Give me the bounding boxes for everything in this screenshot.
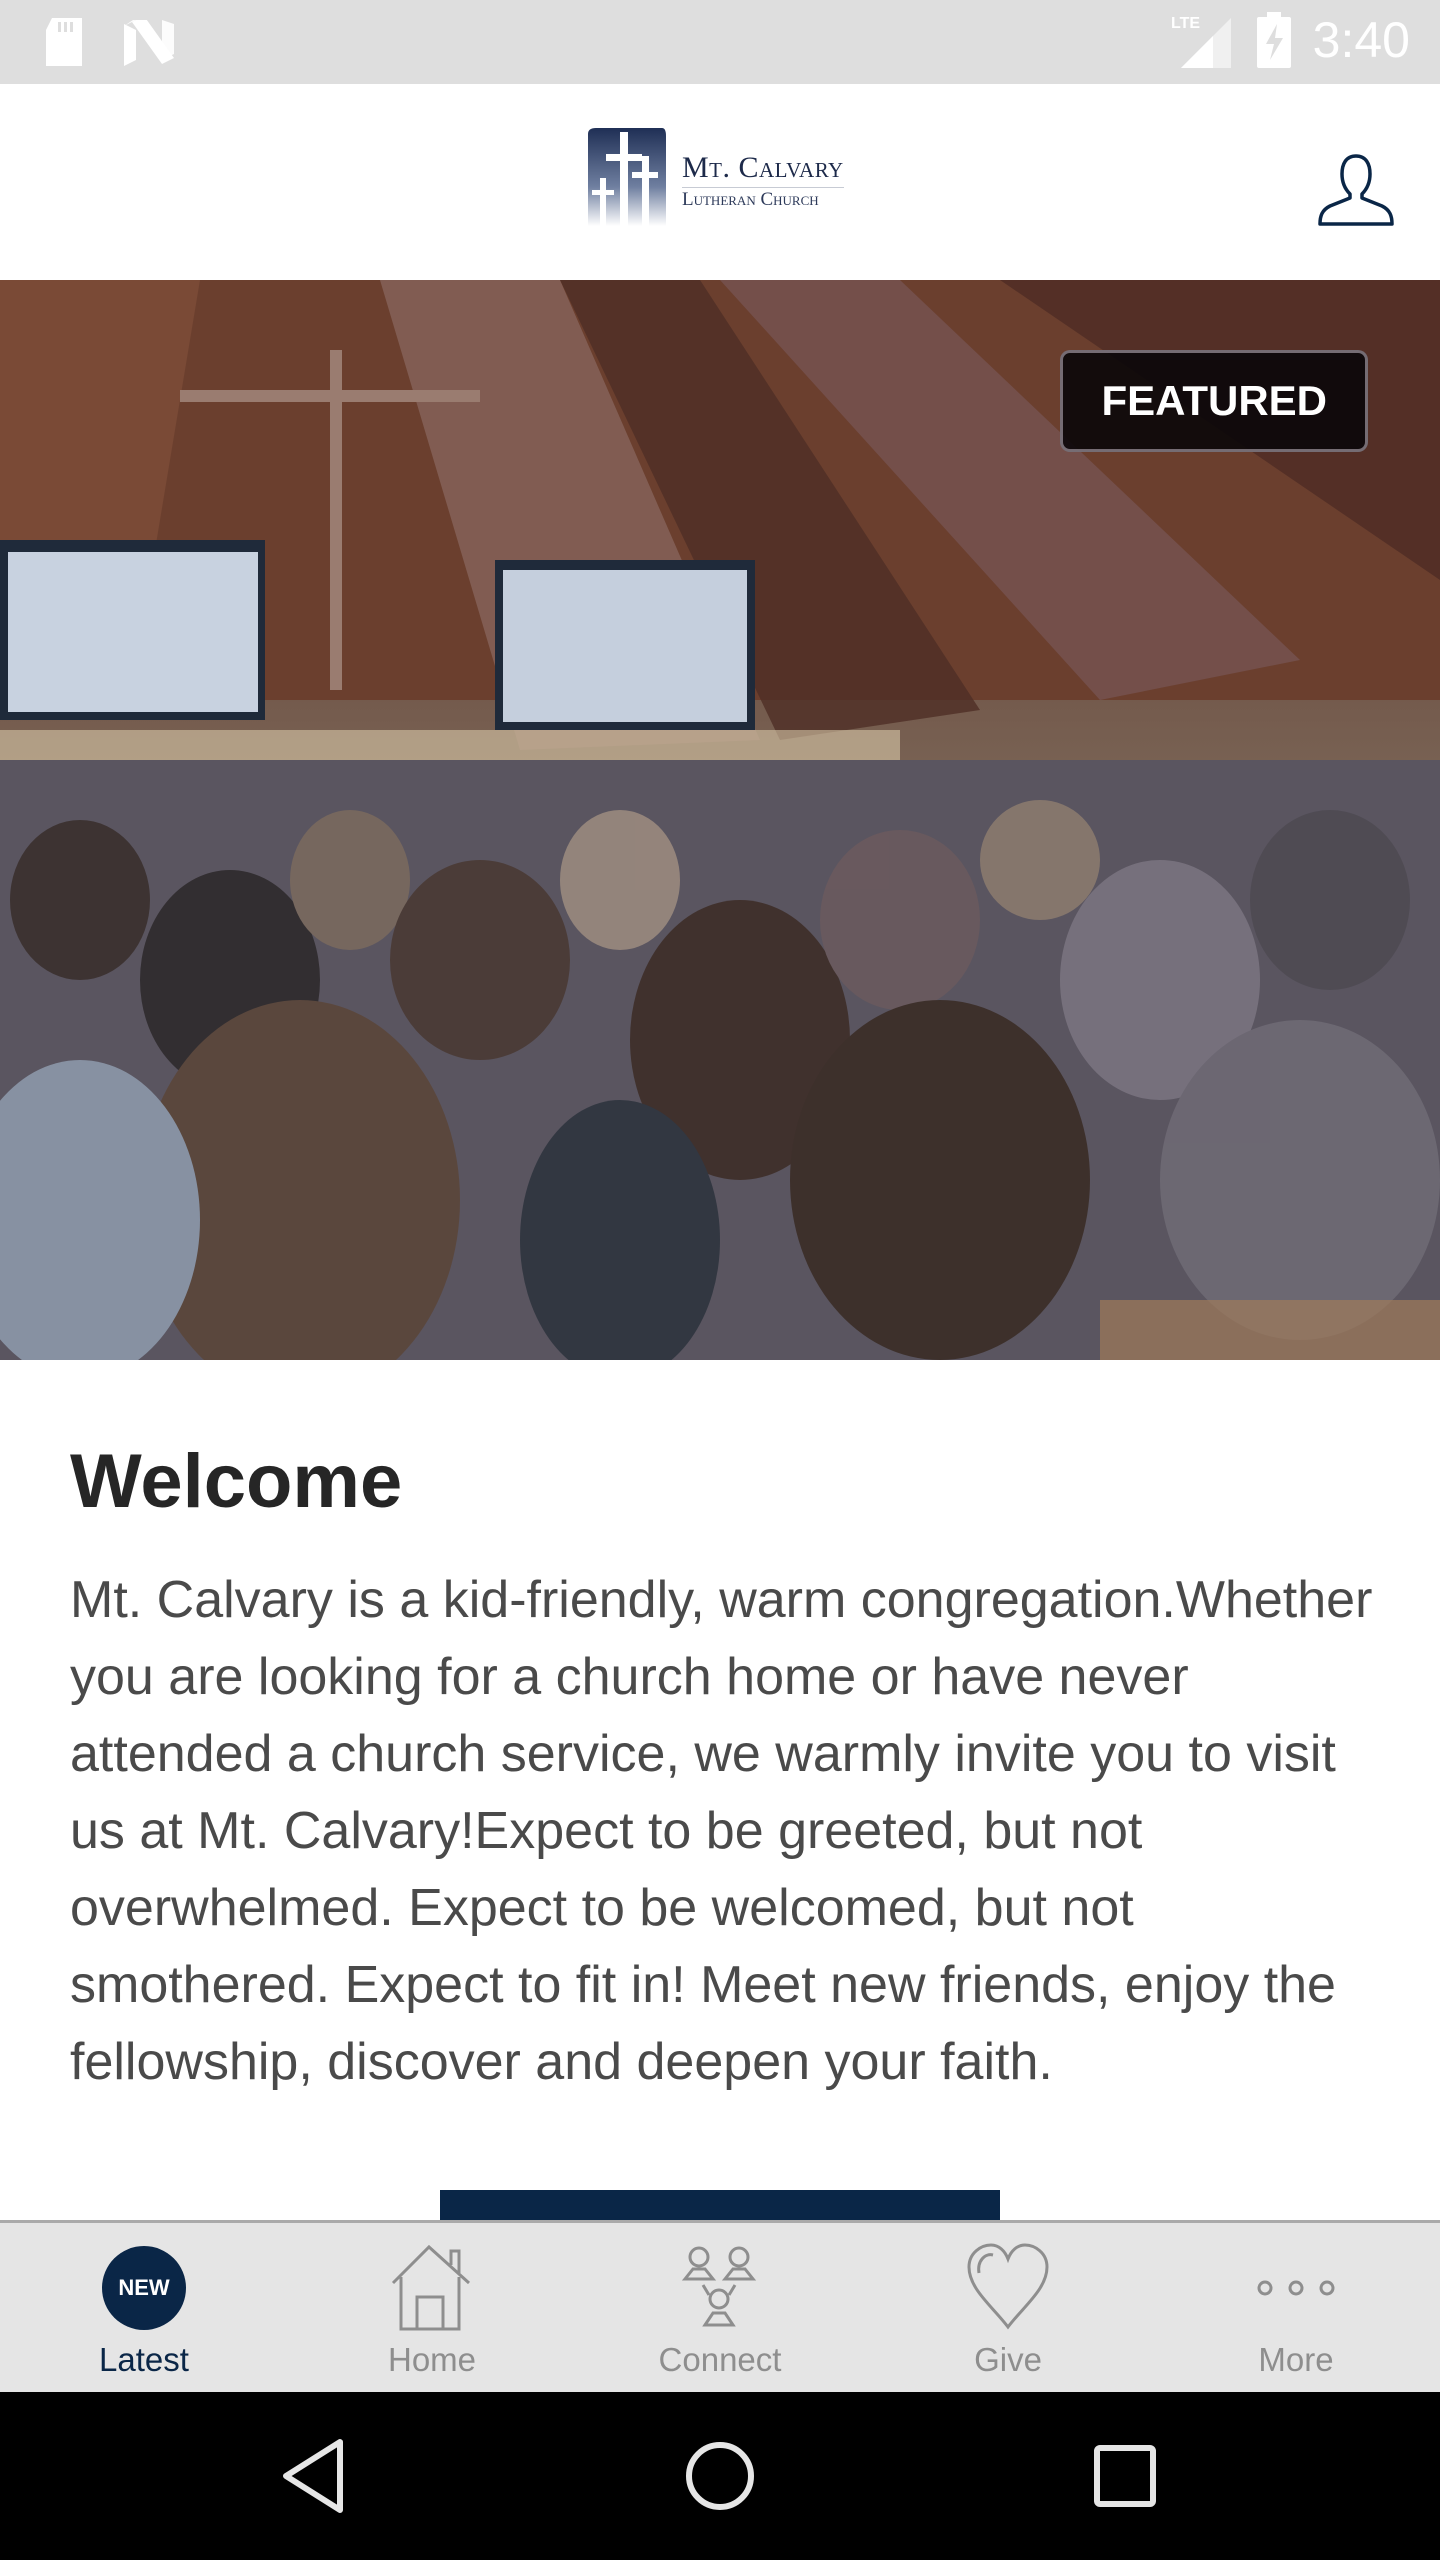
tab-give[interactable]: Give xyxy=(864,2223,1152,2392)
article-content: Welcome Mt. Calvary is a kid-friendly, w… xyxy=(0,1360,1440,2240)
tab-more[interactable]: More xyxy=(1152,2223,1440,2392)
logo-line1: Mt. Calvary xyxy=(682,151,844,184)
featured-hero-image[interactable]: FEATURED xyxy=(0,280,1440,1360)
app-header: Mt. Calvary Lutheran Church xyxy=(0,84,1440,280)
tab-label: Connect xyxy=(658,2341,782,2378)
home-circle-icon[interactable] xyxy=(680,2436,760,2516)
profile-button[interactable] xyxy=(1316,150,1396,230)
back-icon[interactable] xyxy=(276,2436,356,2516)
person-outline-icon xyxy=(1318,154,1394,226)
tab-latest[interactable]: NEW Latest xyxy=(0,2223,288,2392)
sd-card-icon xyxy=(46,18,82,66)
more-dots-icon xyxy=(1257,2280,1335,2296)
n-notification-icon xyxy=(124,20,174,66)
tab-home[interactable]: Home xyxy=(288,2223,576,2392)
article-title: Welcome xyxy=(70,1439,403,1524)
status-time: 3:40 xyxy=(1312,12,1410,68)
featured-badge: FEATURED xyxy=(1060,350,1368,452)
tab-label: More xyxy=(1258,2341,1334,2378)
tab-label: Latest xyxy=(99,2341,189,2378)
church-logo[interactable]: Mt. Calvary Lutheran Church xyxy=(584,122,864,240)
recents-square-icon[interactable] xyxy=(1085,2436,1165,2516)
bottom-tab-bar: NEW Latest Home Connect Give More xyxy=(0,2220,1440,2392)
house-icon xyxy=(391,2244,471,2331)
people-group-icon xyxy=(681,2246,757,2327)
logo-line2: Lutheran Church xyxy=(682,187,844,211)
tab-connect[interactable]: Connect xyxy=(576,2223,864,2392)
svg-text:LTE: LTE xyxy=(1171,15,1200,32)
lte-signal-icon: LTE xyxy=(1171,15,1231,68)
tab-label: Home xyxy=(387,2341,477,2378)
battery-charging-icon xyxy=(1256,12,1291,68)
tab-label: Give xyxy=(974,2341,1042,2378)
heart-icon xyxy=(967,2243,1049,2330)
three-crosses-logo-icon xyxy=(588,128,666,228)
article-body: Mt. Calvary is a kid-friendly, warm cong… xyxy=(70,1571,1373,2091)
status-bar: LTE 3:40 xyxy=(0,0,1440,84)
system-nav-bar xyxy=(0,2392,1440,2560)
new-badge-icon: NEW xyxy=(102,2246,186,2330)
